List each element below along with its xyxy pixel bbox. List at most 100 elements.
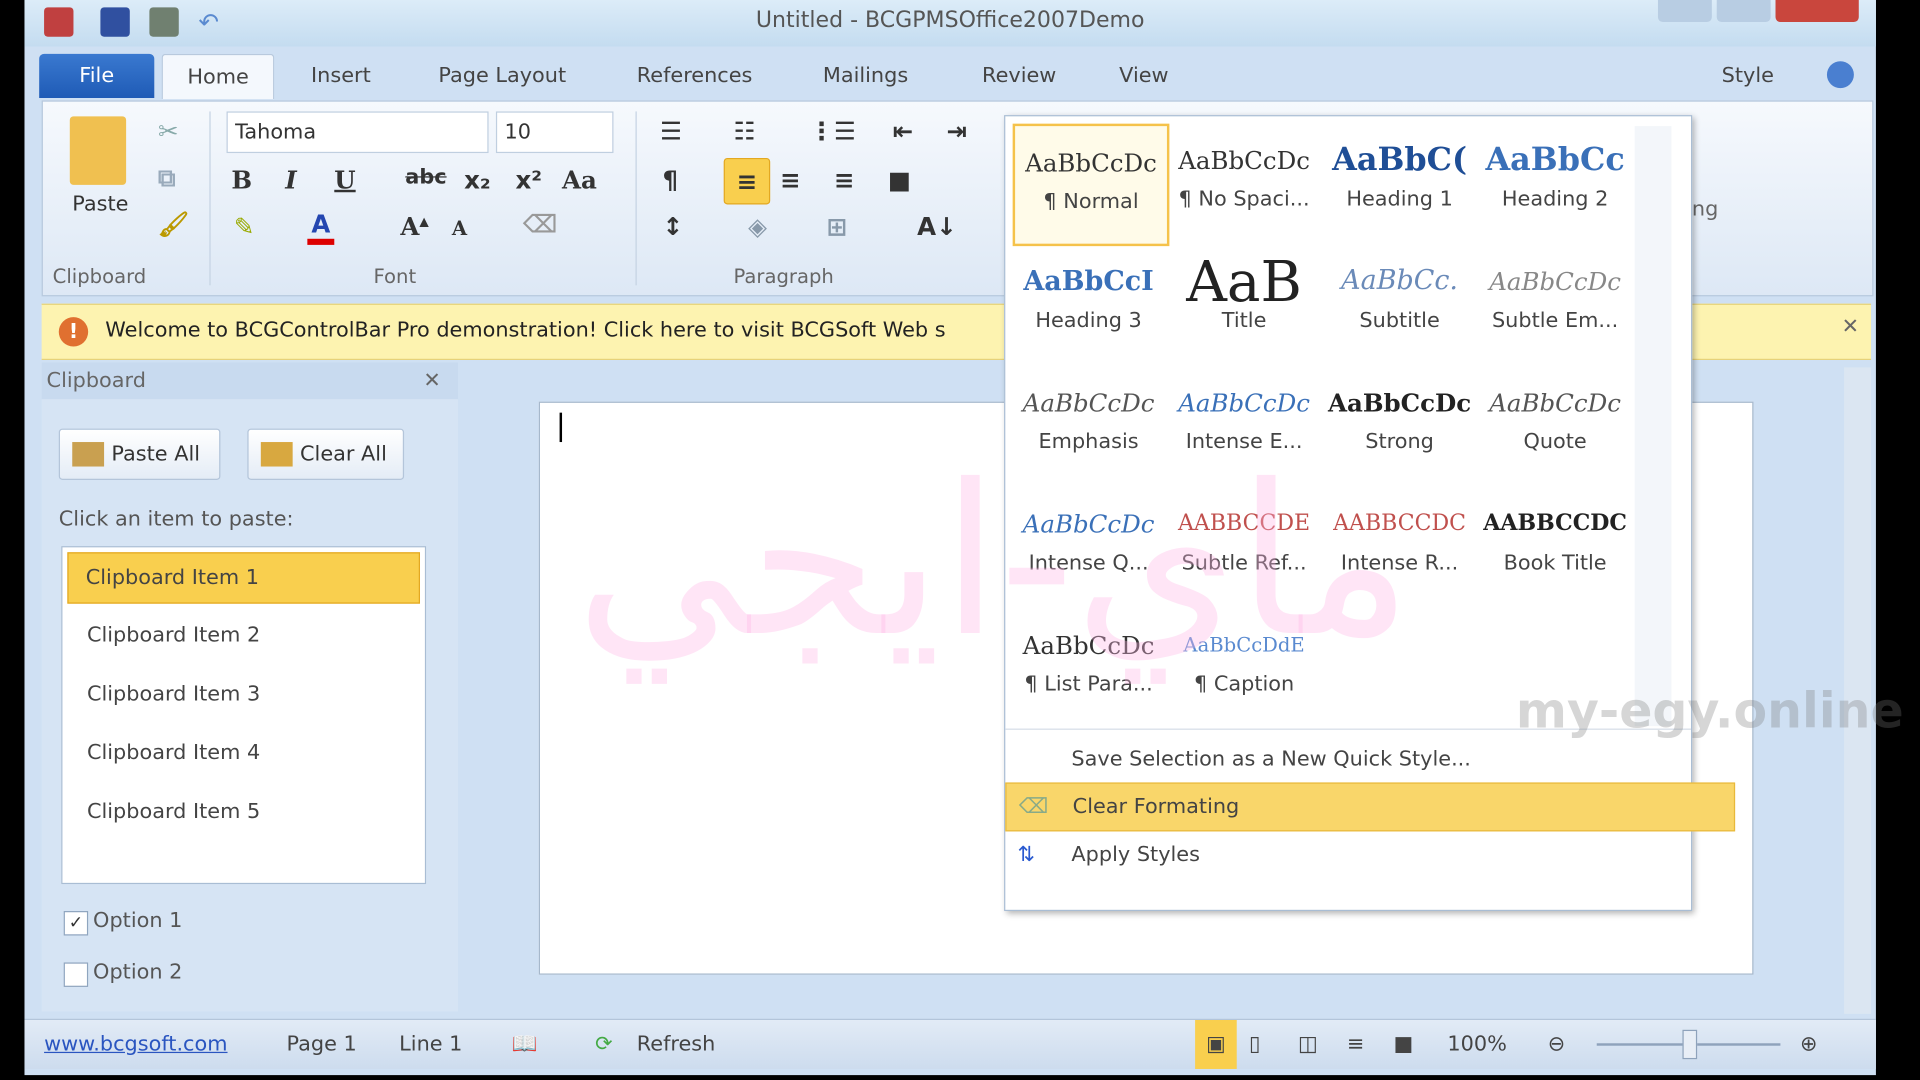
apply-styles-item[interactable]: ⇅ Apply Styles <box>1005 831 1732 878</box>
style-heading-3[interactable]: AaBbCcI Heading 3 <box>1013 245 1165 363</box>
tab-home[interactable]: Home <box>161 53 275 100</box>
tab-file[interactable]: File <box>39 53 155 98</box>
cut-icon[interactable]: ✂ <box>158 116 179 145</box>
clear-formatting-item[interactable]: ⌫ Clear Formating <box>1005 782 1736 832</box>
list-item[interactable]: Clipboard Item 2 <box>62 609 424 668</box>
style-subtle-em[interactable]: AaBbCcDc Subtle Em... <box>1479 245 1631 363</box>
close-button[interactable] <box>1775 0 1859 23</box>
zoom-slider-thumb[interactable] <box>1682 1029 1698 1060</box>
format-painter-icon[interactable]: 🖌 <box>158 209 189 238</box>
multilevel-list-icon[interactable]: ⋮☰ <box>809 116 855 145</box>
close-icon[interactable]: ✕ <box>1842 315 1859 339</box>
style-subtitle[interactable]: AaBbCc. Subtitle <box>1324 245 1476 363</box>
font-size-combo[interactable]: 10 <box>495 111 614 154</box>
outline-icon[interactable]: ≡ <box>1347 1020 1364 1069</box>
tab-view[interactable]: View <box>1095 54 1193 98</box>
info-icon: ! <box>58 317 89 347</box>
font-color-icon[interactable]: A <box>307 209 335 245</box>
refresh-icon[interactable]: ⟳ <box>595 1020 612 1069</box>
website-link[interactable]: www.bcgsoft.com <box>44 1020 227 1069</box>
style-book-title[interactable]: AABBCCDC Book Title <box>1479 487 1631 605</box>
style-intense-e[interactable]: AaBbCcDc Intense E... <box>1168 366 1320 484</box>
paste-icon[interactable] <box>69 116 127 185</box>
tab-review[interactable]: Review <box>958 54 1081 98</box>
underline-icon[interactable]: U <box>334 165 355 194</box>
vertical-scrollbar[interactable] <box>1844 367 1872 1014</box>
list-item[interactable]: Clipboard Item 4 <box>62 726 424 785</box>
tab-insert[interactable]: Insert <box>287 54 396 98</box>
style-heading-2[interactable]: AaBbCc Heading 2 <box>1479 124 1631 242</box>
close-icon[interactable]: ✕ <box>423 362 440 399</box>
shrink-font-icon[interactable]: A <box>452 217 467 240</box>
tab-mailings[interactable]: Mailings <box>798 54 932 98</box>
maximize-button[interactable] <box>1716 0 1771 23</box>
grow-font-icon[interactable]: A▲ <box>400 212 428 241</box>
copy-icon[interactable]: ⧉ <box>158 163 175 192</box>
sort-icon[interactable]: A↓ <box>917 212 956 241</box>
numbering-icon[interactable]: ☷ <box>733 116 755 145</box>
info-text[interactable]: Welcome to BCGControlBar Pro demonstrati… <box>105 318 945 342</box>
style-preview: AaB <box>1186 248 1302 309</box>
highlight-icon[interactable]: ✎ <box>234 212 255 241</box>
style-menu[interactable]: Style <box>1697 54 1798 98</box>
style-intense-q[interactable]: AaBbCcDc Intense Q... <box>1013 487 1165 605</box>
tab-page-layout[interactable]: Page Layout <box>414 54 591 98</box>
zoom-out-icon[interactable]: ⊖ <box>1548 1020 1565 1069</box>
font-name-combo[interactable]: Tahoma <box>226 111 489 154</box>
list-item[interactable]: Clipboard Item 3 <box>62 667 424 726</box>
web-layout-icon[interactable]: ◫ <box>1298 1020 1318 1069</box>
tab-references[interactable]: References <box>612 54 777 98</box>
decrease-indent-icon[interactable]: ⇤ <box>893 116 914 145</box>
option-2-checkbox[interactable] <box>63 962 89 987</box>
justify-icon[interactable]: ■ <box>888 165 911 194</box>
style-quote[interactable]: AaBbCcDc Quote <box>1479 366 1631 484</box>
print-layout-icon[interactable]: ▣ <box>1195 1020 1237 1069</box>
subscript-icon[interactable]: x₂ <box>464 165 491 194</box>
style-emphasis[interactable]: AaBbCcDc Emphasis <box>1013 366 1165 484</box>
save-quick-style-item[interactable]: Save Selection as a New Quick Style... <box>1005 736 1732 783</box>
style-list-para[interactable]: AaBbCcDc ¶ List Para... <box>1013 609 1165 727</box>
style-heading-1[interactable]: AaBbC(Heading 1 <box>1324 124 1476 242</box>
paste-all-button[interactable]: Paste All <box>58 428 221 481</box>
option-1-checkbox[interactable]: ✓ <box>63 911 89 936</box>
clear-format-icon[interactable]: ⌫ <box>523 209 558 238</box>
strikethrough-icon[interactable]: abc <box>405 165 446 189</box>
list-item[interactable]: Clipboard Item 1 <box>67 552 421 604</box>
style-title[interactable]: AaB Title <box>1168 245 1320 363</box>
bold-icon[interactable]: B <box>231 165 252 194</box>
bullets-icon[interactable]: ☰ <box>660 116 682 145</box>
align-center-icon[interactable]: ≡ <box>780 165 801 194</box>
draft-icon[interactable]: ■ <box>1393 1020 1413 1069</box>
style-caption[interactable]: AaBbCcDdE ¶ Caption <box>1168 609 1320 727</box>
shading-icon[interactable]: ◈ <box>748 212 767 241</box>
style-strong[interactable]: AaBbCcDc Strong <box>1324 366 1476 484</box>
gallery-scrollbar[interactable] <box>1634 126 1672 727</box>
clear-all-button[interactable]: Clear All <box>247 428 405 481</box>
zoom-in-icon[interactable]: ⊕ <box>1800 1020 1817 1069</box>
align-left-icon[interactable]: ≡ <box>723 157 771 205</box>
status-bar: www.bcgsoft.com Page 1 Line 1 📖 ⟳ Refres… <box>24 1018 1876 1069</box>
help-icon[interactable] <box>1826 61 1854 89</box>
clear-formatting-label: Clear Formating <box>1072 794 1240 820</box>
superscript-icon[interactable]: x² <box>516 165 543 194</box>
book-icon[interactable]: 📖 <box>512 1020 538 1069</box>
style-intense-r[interactable]: AABBCCDC Intense R... <box>1324 487 1476 605</box>
pane-title: Clipboard ✕ <box>41 362 458 400</box>
refresh-button[interactable]: Refresh <box>637 1020 716 1069</box>
show-marks-icon[interactable]: ¶ <box>662 165 678 194</box>
style-subtle-ref[interactable]: AABBCCDE Subtle Ref... <box>1168 487 1320 605</box>
list-item[interactable]: Clipboard Item 5 <box>62 785 424 844</box>
change-case-icon[interactable]: Aa <box>562 165 597 194</box>
paste-button[interactable]: Paste <box>72 192 128 216</box>
increase-indent-icon[interactable]: ⇥ <box>947 116 968 145</box>
minimize-button[interactable] <box>1657 0 1712 23</box>
italic-icon[interactable]: I <box>285 165 296 194</box>
line-spacing-icon[interactable]: ↕ <box>662 212 683 241</box>
reading-layout-icon[interactable]: ▯ <box>1249 1020 1260 1069</box>
align-right-icon[interactable]: ≡ <box>834 165 855 194</box>
borders-icon[interactable]: ⊞ <box>827 212 848 241</box>
style-no-spaci[interactable]: AaBbCcDc ¶ No Spaci... <box>1168 124 1320 242</box>
style-name: Quote <box>1523 429 1587 455</box>
style-normal[interactable]: AaBbCcDc ¶ Normal <box>1012 123 1170 247</box>
clipboard-group-label: Clipboard <box>52 264 147 288</box>
